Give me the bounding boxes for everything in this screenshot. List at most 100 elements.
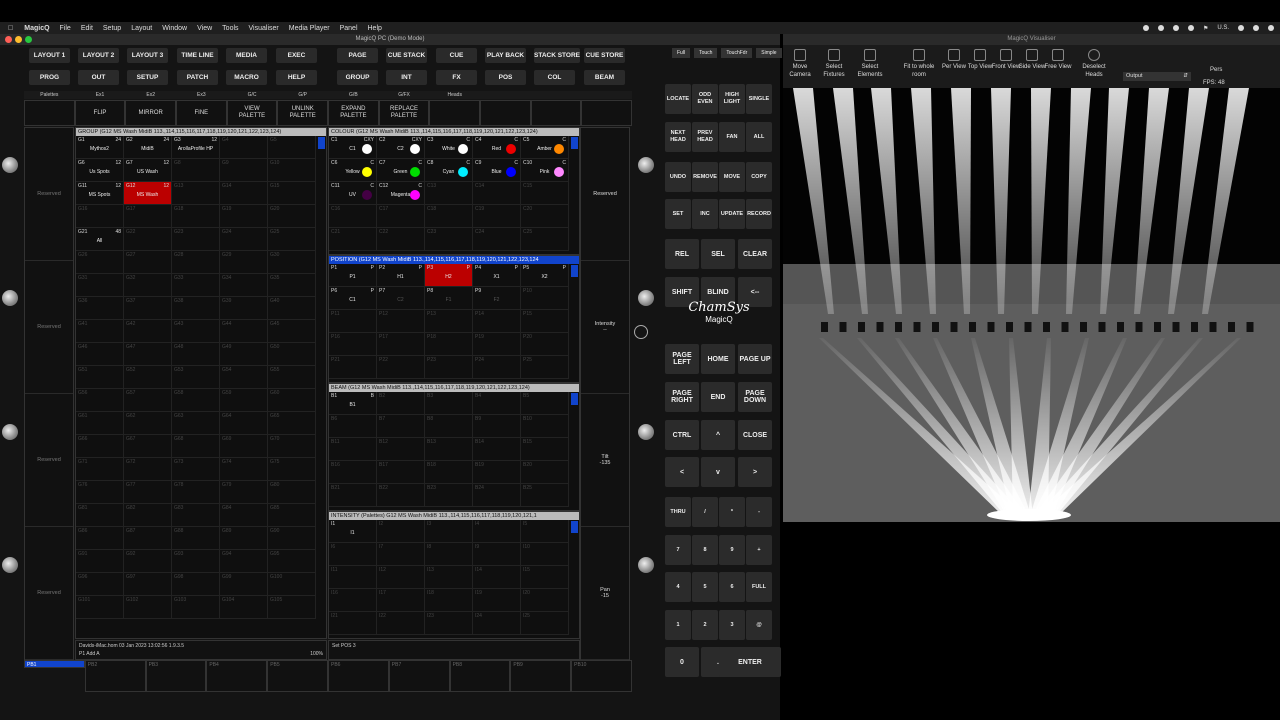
palette-cell[interactable]: G100 xyxy=(268,573,316,596)
palette-cell[interactable]: G30 xyxy=(268,251,316,274)
palette-cell[interactable]: G82 xyxy=(124,504,172,527)
free-view-tool[interactable]: Free View xyxy=(1041,49,1075,71)
palette-cell[interactable]: G53 xyxy=(172,366,220,389)
palette-cell[interactable]: B10 xyxy=(521,415,569,438)
fixture-head[interactable] xyxy=(839,322,847,332)
fixture-head[interactable] xyxy=(1098,322,1106,332)
key-page-right[interactable]: PAGE RIGHT xyxy=(665,382,699,412)
palette-cell[interactable]: C24 xyxy=(473,228,521,251)
tab-ex1[interactable]: Ex1 xyxy=(75,91,126,99)
palette-cell[interactable]: G93 xyxy=(172,550,220,573)
fixture-head[interactable] xyxy=(1043,322,1050,332)
key--[interactable]: * xyxy=(719,497,745,527)
palette-cell[interactable]: G65 xyxy=(268,412,316,435)
palette-cell[interactable]: G86 xyxy=(76,527,124,550)
flip-button[interactable]: FLIP xyxy=(74,100,126,126)
key-single[interactable]: SINGLE xyxy=(746,84,772,114)
palette-cell[interactable]: G71 xyxy=(76,458,124,481)
palette-cell[interactable]: G17 xyxy=(124,205,172,228)
palette-cell[interactable]: G88 xyxy=(172,527,220,550)
playback-10[interactable]: PB10 xyxy=(571,660,632,692)
key--[interactable]: - xyxy=(746,497,772,527)
palette-cell[interactable]: G80 xyxy=(268,481,316,504)
palette-cell[interactable]: B17 xyxy=(377,461,425,484)
palette-cell[interactable]: B21 xyxy=(329,484,377,507)
palette-cell[interactable]: G102 xyxy=(124,596,172,619)
fixture-head[interactable] xyxy=(1228,322,1235,332)
play-back-button[interactable]: PLAY BACK xyxy=(485,48,526,63)
palette-cell[interactable]: G23 xyxy=(172,228,220,251)
key-inc[interactable]: INC xyxy=(692,199,718,229)
fixture-head[interactable] xyxy=(987,322,995,332)
palette-cell[interactable]: G19 xyxy=(220,205,268,228)
palette-cell[interactable]: G90 xyxy=(268,527,316,550)
palette-cell[interactable]: C16 xyxy=(329,205,377,228)
key-full[interactable]: FULL xyxy=(746,572,772,602)
menu-edit[interactable]: Edit xyxy=(76,25,98,32)
palette-cell[interactable]: G73 xyxy=(172,458,220,481)
palette-cell[interactable]: G63 xyxy=(172,412,220,435)
expand-palette-button[interactable]: EXPAND PALETTE xyxy=(328,100,379,126)
palette-cell[interactable]: G67 xyxy=(124,435,172,458)
palette-cell[interactable]: C15 xyxy=(521,182,569,205)
key-next-head[interactable]: NEXT HEAD xyxy=(665,122,691,152)
palette-cell[interactable]: C13 xyxy=(425,182,473,205)
fixture-head[interactable] xyxy=(1061,322,1069,332)
soft-button-empty[interactable] xyxy=(480,100,531,126)
palette-cell[interactable]: P8 F1 xyxy=(425,287,473,310)
unlink-palette-button[interactable]: UNLINK PALETTE xyxy=(277,100,329,126)
fixture-head[interactable] xyxy=(1172,322,1180,332)
palette-cell[interactable]: B2 xyxy=(377,392,425,415)
palette-cell[interactable]: B1 B B1 xyxy=(329,392,377,415)
key-2[interactable]: 2 xyxy=(692,610,718,640)
palette-cell[interactable]: I8 xyxy=(425,543,473,566)
palette-cell[interactable]: P7 C2 xyxy=(377,287,425,310)
layout-3-button[interactable]: LAYOUT 3 xyxy=(127,48,168,63)
key-7[interactable]: 7 xyxy=(665,535,691,565)
palette-cell[interactable]: C25 xyxy=(521,228,569,251)
palette-cell[interactable]: G43 xyxy=(172,320,220,343)
mode-touch-button[interactable]: Touch xyxy=(694,48,718,58)
playback-8[interactable]: PB8 xyxy=(449,660,511,692)
palette-cell[interactable]: B4 xyxy=(473,392,521,415)
fixture-head[interactable] xyxy=(932,322,939,332)
layout-1-button[interactable]: LAYOUT 1 xyxy=(29,48,70,63)
fixture-head[interactable] xyxy=(895,322,902,332)
user-icon[interactable] xyxy=(1238,24,1244,31)
palette-cell[interactable]: G15 xyxy=(268,182,316,205)
key-sel[interactable]: SEL xyxy=(701,239,735,269)
palette-cell[interactable]: G56 xyxy=(76,389,124,412)
palette-cell[interactable]: I18 xyxy=(425,589,473,612)
palette-cell[interactable]: B9 xyxy=(473,415,521,438)
apple-icon[interactable]:  xyxy=(0,25,19,32)
scrollbar[interactable] xyxy=(571,137,578,149)
palette-cell[interactable]: P21 xyxy=(329,356,377,379)
select-fixtures-tool[interactable]: Select Fixtures xyxy=(817,49,851,79)
key-all[interactable]: ALL xyxy=(746,122,772,152)
palette-cell[interactable]: P2 P H1 xyxy=(377,264,425,287)
palette-cell[interactable]: I2 xyxy=(377,520,425,543)
palette-cell[interactable]: I11 xyxy=(329,566,377,589)
fixture-head[interactable] xyxy=(1117,322,1124,332)
menu-file[interactable]: File xyxy=(55,25,76,32)
key-6[interactable]: 6 xyxy=(719,572,745,602)
palette-cell[interactable]: P23 xyxy=(425,356,473,379)
encoder-knob[interactable] xyxy=(2,424,18,440)
control-center-icon[interactable] xyxy=(1268,24,1274,31)
palette-cell[interactable]: C5 C Amber xyxy=(521,136,569,159)
palette-cell[interactable]: G105 xyxy=(268,596,316,619)
palette-cell[interactable]: G72 xyxy=(124,458,172,481)
menu-media-player[interactable]: Media Player xyxy=(284,25,335,32)
palette-cell[interactable]: P19 xyxy=(473,333,521,356)
intensity-window-title[interactable]: INTENSITY (Palettes) G12 MS Wash MidiB 1… xyxy=(329,512,579,520)
tab-gp[interactable]: G/P xyxy=(277,91,328,99)
palette-cell[interactable]: G12 12 MS Wash xyxy=(124,182,172,205)
tab-gb[interactable]: G/B xyxy=(328,91,379,99)
palette-cell[interactable]: G61 xyxy=(76,412,124,435)
playback-5[interactable]: PB5 xyxy=(267,660,328,692)
palette-cell[interactable]: P9 F2 xyxy=(473,287,521,310)
palette-cell[interactable]: B22 xyxy=(377,484,425,507)
palette-cell[interactable]: P4 P X1 xyxy=(473,264,521,287)
palette-cell[interactable]: C18 xyxy=(425,205,473,228)
key-5[interactable]: 5 xyxy=(692,572,718,602)
